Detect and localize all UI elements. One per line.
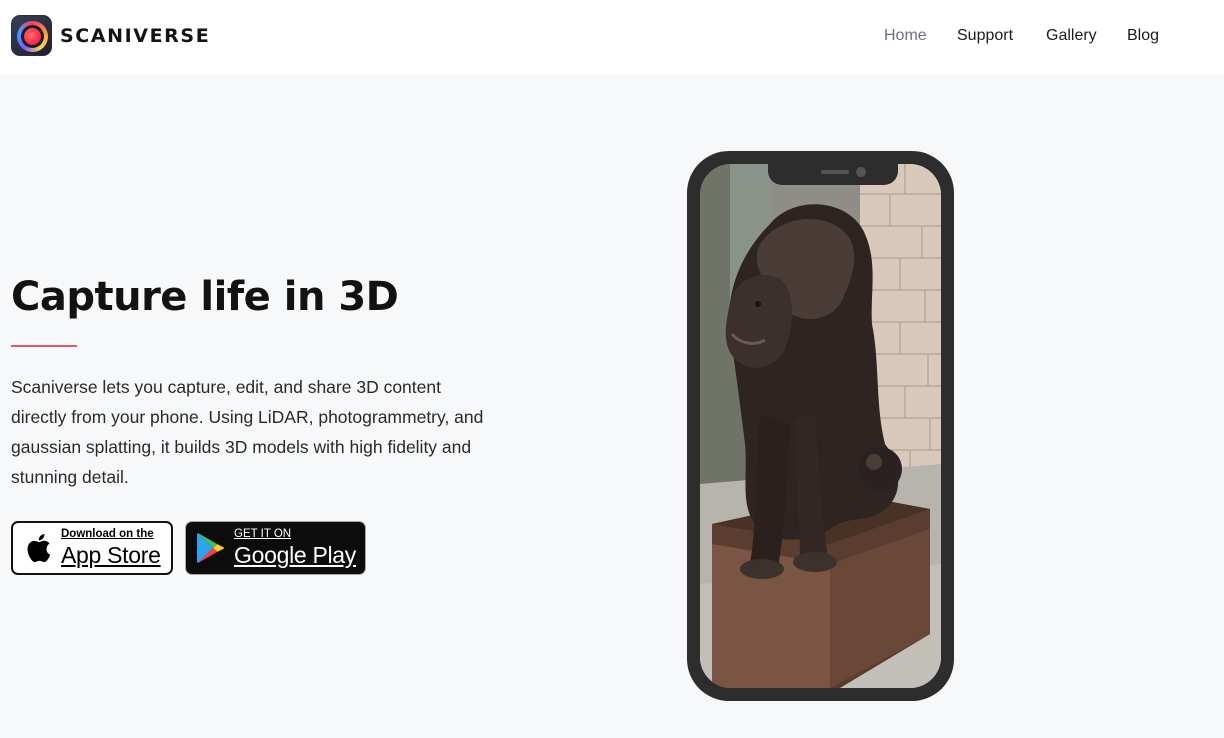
phone-mockup: [687, 151, 954, 701]
phone-notch: [768, 164, 898, 185]
site-header: SCANIVERSE Home Support Gallery Blog: [0, 0, 1224, 74]
google-play-button[interactable]: GET IT ON Google Play: [185, 521, 366, 575]
google-play-small-label: GET IT ON: [234, 528, 292, 541]
app-store-small-label: Download on the: [61, 528, 154, 541]
app-store-button[interactable]: Download on the App Store: [11, 521, 173, 575]
lion-statue-image: [700, 164, 941, 688]
google-play-icon: [196, 532, 226, 564]
nav-support[interactable]: Support: [957, 27, 1013, 45]
nav-home[interactable]: Home: [884, 27, 927, 45]
speaker-grille: [821, 170, 849, 174]
app-store-big-label: App Store: [61, 541, 161, 568]
hero-title: Capture life in 3D: [11, 274, 399, 320]
apple-icon: [23, 532, 53, 564]
phone-screen: [700, 164, 941, 688]
hero-description: Scaniverse lets you capture, edit, and s…: [11, 377, 484, 487]
front-camera-icon: [856, 167, 866, 177]
nav-blog[interactable]: Blog: [1127, 27, 1159, 45]
google-play-big-label: Google Play: [234, 541, 356, 568]
title-divider: [11, 345, 77, 347]
main-nav: Home Support Gallery Blog: [0, 27, 1224, 49]
nav-gallery[interactable]: Gallery: [1046, 27, 1097, 45]
